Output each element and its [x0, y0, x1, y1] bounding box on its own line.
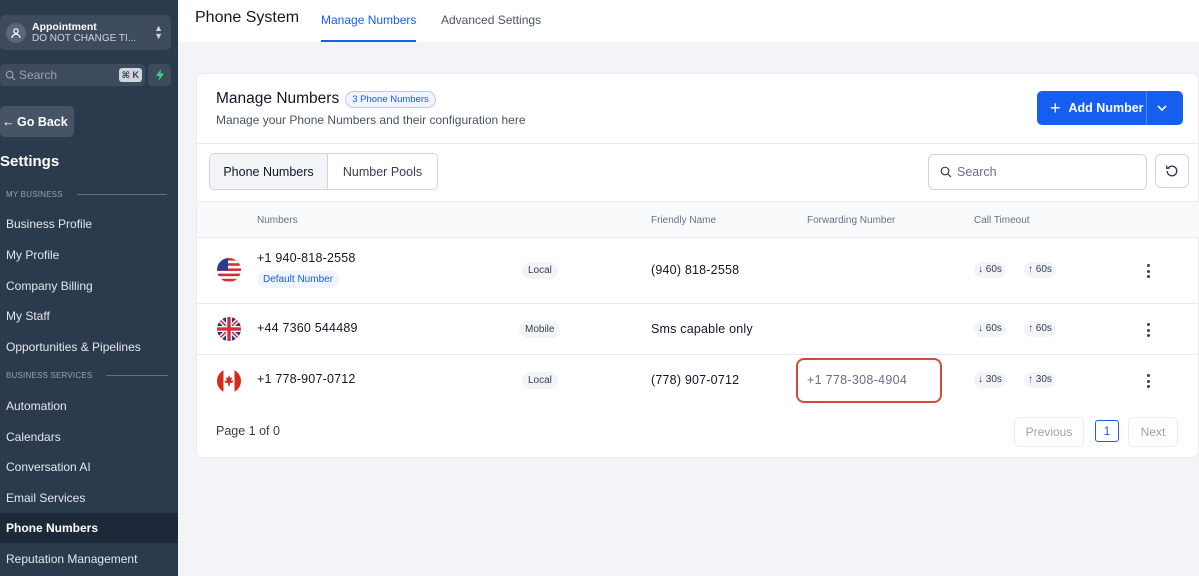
plus-icon: + — [1050, 98, 1061, 118]
chevron-down-icon[interactable] — [1155, 101, 1169, 115]
outbound-timeout: ↑ 60s — [1024, 321, 1056, 337]
card-subtitle: Manage your Phone Numbers and their conf… — [216, 113, 526, 127]
inbound-timeout: ↓ 30s — [974, 372, 1006, 388]
sidebar-item-reputation-management[interactable]: Reputation Management — [0, 545, 178, 572]
outbound-timeout: ↑ 30s — [1024, 372, 1056, 388]
location-name: Appointment — [32, 20, 97, 33]
number-type-badge: Local — [522, 262, 558, 279]
phone-number: +1 778-907-0712 — [257, 372, 356, 386]
sidebar-item-my-staff[interactable]: My Staff — [0, 302, 178, 329]
page-info: Page 1 of 0 — [216, 424, 280, 438]
phone-number: +44 7360 544489 — [257, 321, 358, 335]
top-header: Phone System Manage Numbers Advanced Set… — [178, 0, 1199, 42]
table-row[interactable]: +1 778-907-0712 Local (778) 907-0712 +1 … — [197, 355, 1199, 407]
sidebar: Appointment DO NOT CHANGE TI... ▲ ▼ Searc… — [0, 0, 178, 576]
table-search-input[interactable]: Search — [928, 154, 1147, 190]
search-placeholder: Search — [957, 165, 997, 179]
manage-numbers-card: Manage Numbers 3 Phone Numbers Manage yo… — [196, 73, 1199, 458]
canada-flag-icon — [217, 369, 241, 393]
sidebar-search-label: Search — [19, 68, 58, 82]
section-my-business: MY BUSINESS — [6, 190, 167, 199]
table-row[interactable]: +1 940-818-2558 Default Number Local (94… — [197, 238, 1199, 304]
more-options-icon[interactable] — [1143, 323, 1153, 337]
page-number-1[interactable]: 1 — [1095, 420, 1119, 442]
more-options-icon[interactable] — [1143, 264, 1153, 278]
chevron-up-down-icon: ▲ ▼ — [154, 23, 163, 41]
tab-manage-numbers[interactable]: Manage Numbers — [321, 13, 417, 42]
inbound-timeout: ↓ 60s — [974, 262, 1006, 278]
number-type-badge: Local — [522, 372, 558, 389]
table-header: Numbers Friendly Name Forwarding Number … — [197, 201, 1199, 238]
inbound-timeout: ↓ 60s — [974, 321, 1006, 337]
sidebar-item-business-profile[interactable]: Business Profile — [0, 210, 178, 237]
add-number-button[interactable]: + Add Number — [1037, 91, 1183, 125]
next-page-button[interactable]: Next — [1128, 417, 1178, 447]
col-numbers: Numbers — [257, 215, 298, 226]
friendly-name: Sms capable only — [651, 322, 753, 336]
tab-advanced-settings[interactable]: Advanced Settings — [441, 13, 541, 42]
phone-number: +1 940-818-2558 — [257, 251, 356, 265]
default-number-badge: Default Number — [257, 271, 340, 288]
location-switcher[interactable]: Appointment DO NOT CHANGE TI... ▲ ▼ — [0, 15, 171, 50]
sidebar-item-phone-numbers[interactable]: Phone Numbers — [0, 513, 178, 543]
count-badge: 3 Phone Numbers — [345, 90, 436, 108]
col-call-timeout: Call Timeout — [974, 215, 1030, 226]
col-forwarding-number: Forwarding Number — [807, 215, 896, 226]
quick-actions-button[interactable] — [148, 64, 171, 86]
lightning-icon — [155, 69, 164, 81]
view-toggle: Phone Numbers Number Pools — [209, 153, 438, 190]
more-options-icon[interactable] — [1143, 374, 1153, 388]
page-title: Phone System — [195, 9, 300, 26]
shortcut-badge: ⌘ K — [118, 68, 142, 82]
previous-page-button[interactable]: Previous — [1014, 417, 1084, 447]
card-title-text: Manage Numbers — [216, 90, 340, 107]
sidebar-item-conversation-ai[interactable]: Conversation AI — [0, 453, 178, 480]
arrow-left-icon: ← — [2, 114, 15, 129]
segment-number-pools[interactable]: Number Pools — [328, 154, 437, 189]
refresh-button[interactable] — [1155, 154, 1189, 188]
go-back-button[interactable]: ← Go Back — [0, 106, 74, 137]
sidebar-item-my-profile[interactable]: My Profile — [0, 241, 178, 268]
add-number-label: Add Number — [1068, 101, 1144, 115]
search-icon — [940, 166, 952, 178]
sidebar-item-company-billing[interactable]: Company Billing — [0, 272, 178, 299]
number-type-badge: Mobile — [519, 321, 561, 338]
us-flag-icon — [217, 258, 241, 282]
sidebar-search[interactable]: Search ⌘ K — [0, 64, 145, 86]
friendly-name: (778) 907-0712 — [651, 373, 740, 387]
location-subtitle: DO NOT CHANGE TI... — [32, 32, 137, 44]
outbound-timeout: ↑ 60s — [1024, 262, 1056, 278]
section-business-services: BUSINESS SERVICES — [6, 371, 169, 380]
go-back-label: Go Back — [17, 114, 68, 129]
sidebar-item-calendars[interactable]: Calendars — [0, 423, 178, 450]
card-title: Manage Numbers 3 Phone Numbers — [216, 90, 436, 108]
highlight-annotation — [796, 358, 942, 403]
refresh-icon — [1165, 165, 1178, 177]
table-row[interactable]: +44 7360 544489 Mobile Sms capable only … — [197, 304, 1199, 355]
search-icon — [5, 70, 16, 81]
sidebar-item-email-services[interactable]: Email Services — [0, 484, 178, 511]
sidebar-item-automation[interactable]: Automation — [0, 392, 178, 419]
location-icon — [6, 22, 26, 43]
friendly-name: (940) 818-2558 — [651, 263, 740, 277]
settings-title: Settings — [0, 153, 60, 170]
segment-phone-numbers[interactable]: Phone Numbers — [210, 154, 328, 189]
uk-flag-icon — [217, 317, 241, 341]
col-friendly-name: Friendly Name — [651, 215, 717, 226]
sidebar-item-opportunities-pipelines[interactable]: Opportunities & Pipelines — [0, 333, 178, 360]
